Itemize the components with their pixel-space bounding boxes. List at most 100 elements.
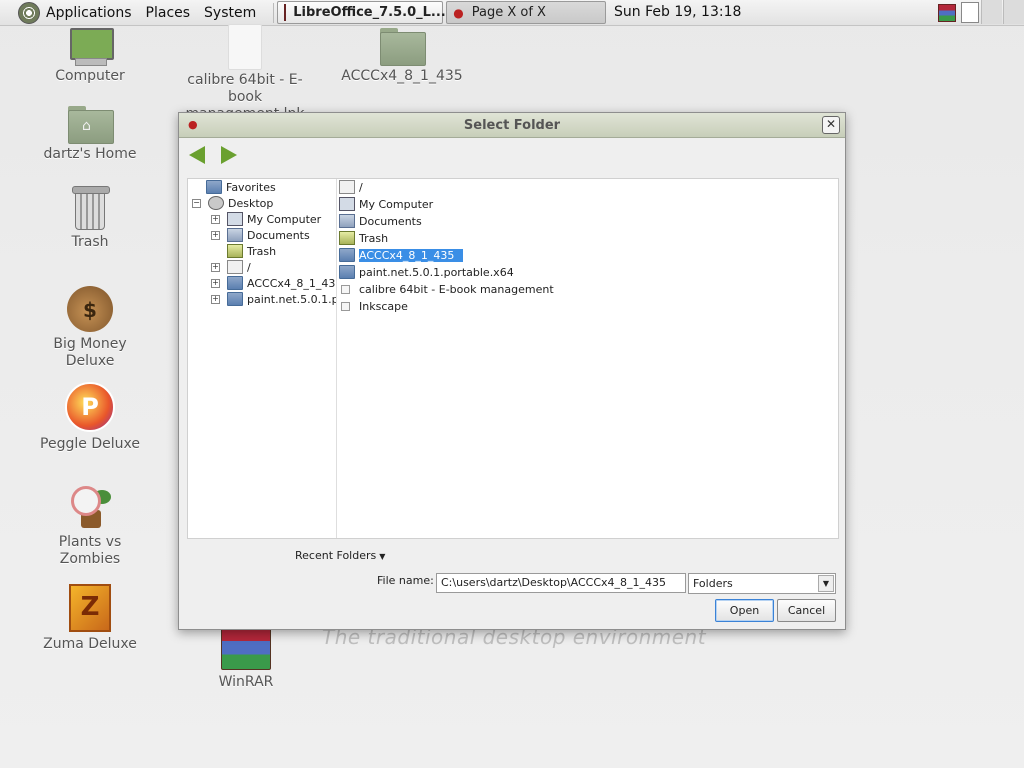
folder-list[interactable]: / My Computer Documents Trash ACCCx4_8_1… [338,179,838,538]
list-item-paintnet[interactable]: paint.net.5.0.1.portable.x64 [339,264,514,280]
desktop-home-label: dartz's Home [43,146,137,162]
desktop-trash-label: Trash [71,234,109,250]
desktop-computer-label: Computer [55,68,125,84]
file-type-value: Folders [693,577,733,590]
shortcut-icon [341,284,350,294]
list-item-accc-selected[interactable]: ACCCx4_8_1_435 [339,247,464,263]
tree-item-label: / [247,260,251,274]
folder-icon [227,276,243,290]
folder-icon [339,248,355,262]
computer-icon [339,197,355,211]
desktop-zuma-label: Zuma Deluxe [43,636,137,652]
applications-menu-label: Applications [46,4,132,21]
tree-item-accc[interactable]: + ACCCx4_8_1_435 [211,275,336,291]
list-item-trash[interactable]: Trash [339,230,388,246]
tree-item-label: paint.net.5.0.1.portable.x64 [247,292,337,306]
desktop-big-money-label: Big Money Deluxe [53,336,127,369]
folder-icon [227,292,243,306]
expand-icon[interactable]: + [211,262,220,272]
desktop-calibre-label-1: calibre 64bit - E-book [187,72,303,105]
money-bag-icon: $ [67,286,113,332]
tree-item-documents[interactable]: + Documents [211,227,310,243]
trash-icon [227,244,243,258]
desktop-trash[interactable]: Trash [40,186,140,251]
documents-icon [227,228,243,242]
expand-icon[interactable]: + [211,214,220,224]
tree-item-trash[interactable]: Trash [227,243,276,259]
winrar-books-icon [221,626,271,670]
tree-item-favorites[interactable]: Favorites [206,179,276,195]
winrar-icon [284,4,287,21]
tree-item-label: My Computer [247,212,322,226]
task-libreoffice-label: LibreOffice_7.5.0_L... [293,5,446,20]
expand-icon[interactable]: + [211,278,220,288]
desktop-calibre-link[interactable]: calibre 64bit - E-book management.lnk [172,24,318,123]
places-menu[interactable]: Places [146,5,191,21]
tree-item-root[interactable]: + / [211,259,251,275]
trash-icon [339,231,355,245]
task-libreoffice[interactable]: LibreOffice_7.5.0_L... [277,1,446,24]
close-button[interactable]: ✕ [822,116,840,134]
select-folder-dialog: ● Select Folder ✕ Favorites − Desktop + … [178,112,846,630]
tree-item-label: Desktop [228,196,274,210]
list-item-label: Documents [359,214,422,228]
desktop-home[interactable]: ⌂ dartz's Home [36,106,144,163]
expand-icon[interactable]: + [211,230,220,240]
dialog-title: Select Folder [463,118,561,133]
winrar-tray-icon[interactable] [938,4,956,22]
recent-folders-label: Recent Folders [295,549,377,562]
desktop-zuma[interactable]: Z Zuma Deluxe [30,584,150,653]
recent-folders-dropdown[interactable]: Recent Folders ▼ [295,549,385,562]
desktop-winrar[interactable]: WinRAR [196,626,296,691]
tree-item-my-computer[interactable]: + My Computer [211,211,321,227]
desktop-big-money[interactable]: $ Big Money Deluxe [30,286,150,370]
back-arrow-icon[interactable] [189,146,205,164]
desktop-accc-folder[interactable]: ACCCx4_8_1_435 [340,28,464,85]
tree-item-label: Trash [247,244,277,258]
forward-arrow-icon[interactable] [221,146,237,164]
computer-icon [67,28,114,66]
list-item-label: Trash [359,231,389,245]
list-item-calibre[interactable]: calibre 64bit - E-book management [339,281,554,297]
folder-icon [339,265,355,279]
desktop-peggle-label: Peggle Deluxe [40,436,140,452]
workspace-2[interactable] [1003,0,1024,24]
list-item-label: paint.net.5.0.1.portable.x64 [359,265,514,279]
collapse-icon[interactable]: − [192,198,201,208]
documents-icon [339,214,355,228]
pin-icon: ● [453,5,464,20]
trash-icon [72,186,110,230]
list-item-my-computer[interactable]: My Computer [339,196,433,212]
applications-menu[interactable]: Applications [18,1,132,24]
zuma-icon: Z [69,584,111,632]
tree-item-label: Documents [247,228,310,242]
workspace-1[interactable] [981,0,1002,24]
desktop-pvz[interactable]: Plants vs Zombies [28,484,152,568]
navigation-toolbar [179,138,845,174]
distro-logo-icon [18,1,40,24]
desktop-peggle[interactable]: P Peggle Deluxe [30,382,150,453]
tree-item-paintnet[interactable]: + paint.net.5.0.1.portable.x64 [211,291,337,307]
window-tray-icon[interactable] [961,2,979,23]
system-menu[interactable]: System [204,5,256,21]
browser-panes: Favorites − Desktop + My Computer + Docu… [187,178,839,539]
task-page-x-of-x[interactable]: ● Page X of X [446,1,607,24]
file-name-label: File name: [377,574,434,587]
desktop-accc-label: ACCCx4_8_1_435 [341,68,463,84]
computer-icon [227,212,243,226]
cancel-button[interactable]: Cancel [777,599,836,622]
folder-tree[interactable]: Favorites − Desktop + My Computer + Docu… [188,179,337,538]
desktop-computer[interactable]: Computer [40,28,140,85]
file-name-input[interactable] [436,573,686,593]
clock[interactable]: Sun Feb 19, 13:18 [614,4,741,20]
top-panel: Applications Places System LibreOffice_7… [0,0,1024,26]
open-button[interactable]: Open [715,599,774,622]
dialog-titlebar[interactable]: ● Select Folder ✕ [179,113,845,138]
file-type-select[interactable]: Folders ▼ [688,573,836,594]
list-item-documents[interactable]: Documents [339,213,422,229]
expand-icon[interactable]: + [211,294,220,304]
tree-item-desktop[interactable]: − Desktop [192,195,273,211]
list-item-inkscape[interactable]: Inkscape [339,298,408,314]
list-item-label: My Computer [359,197,434,211]
list-item-root[interactable]: / [339,179,363,195]
